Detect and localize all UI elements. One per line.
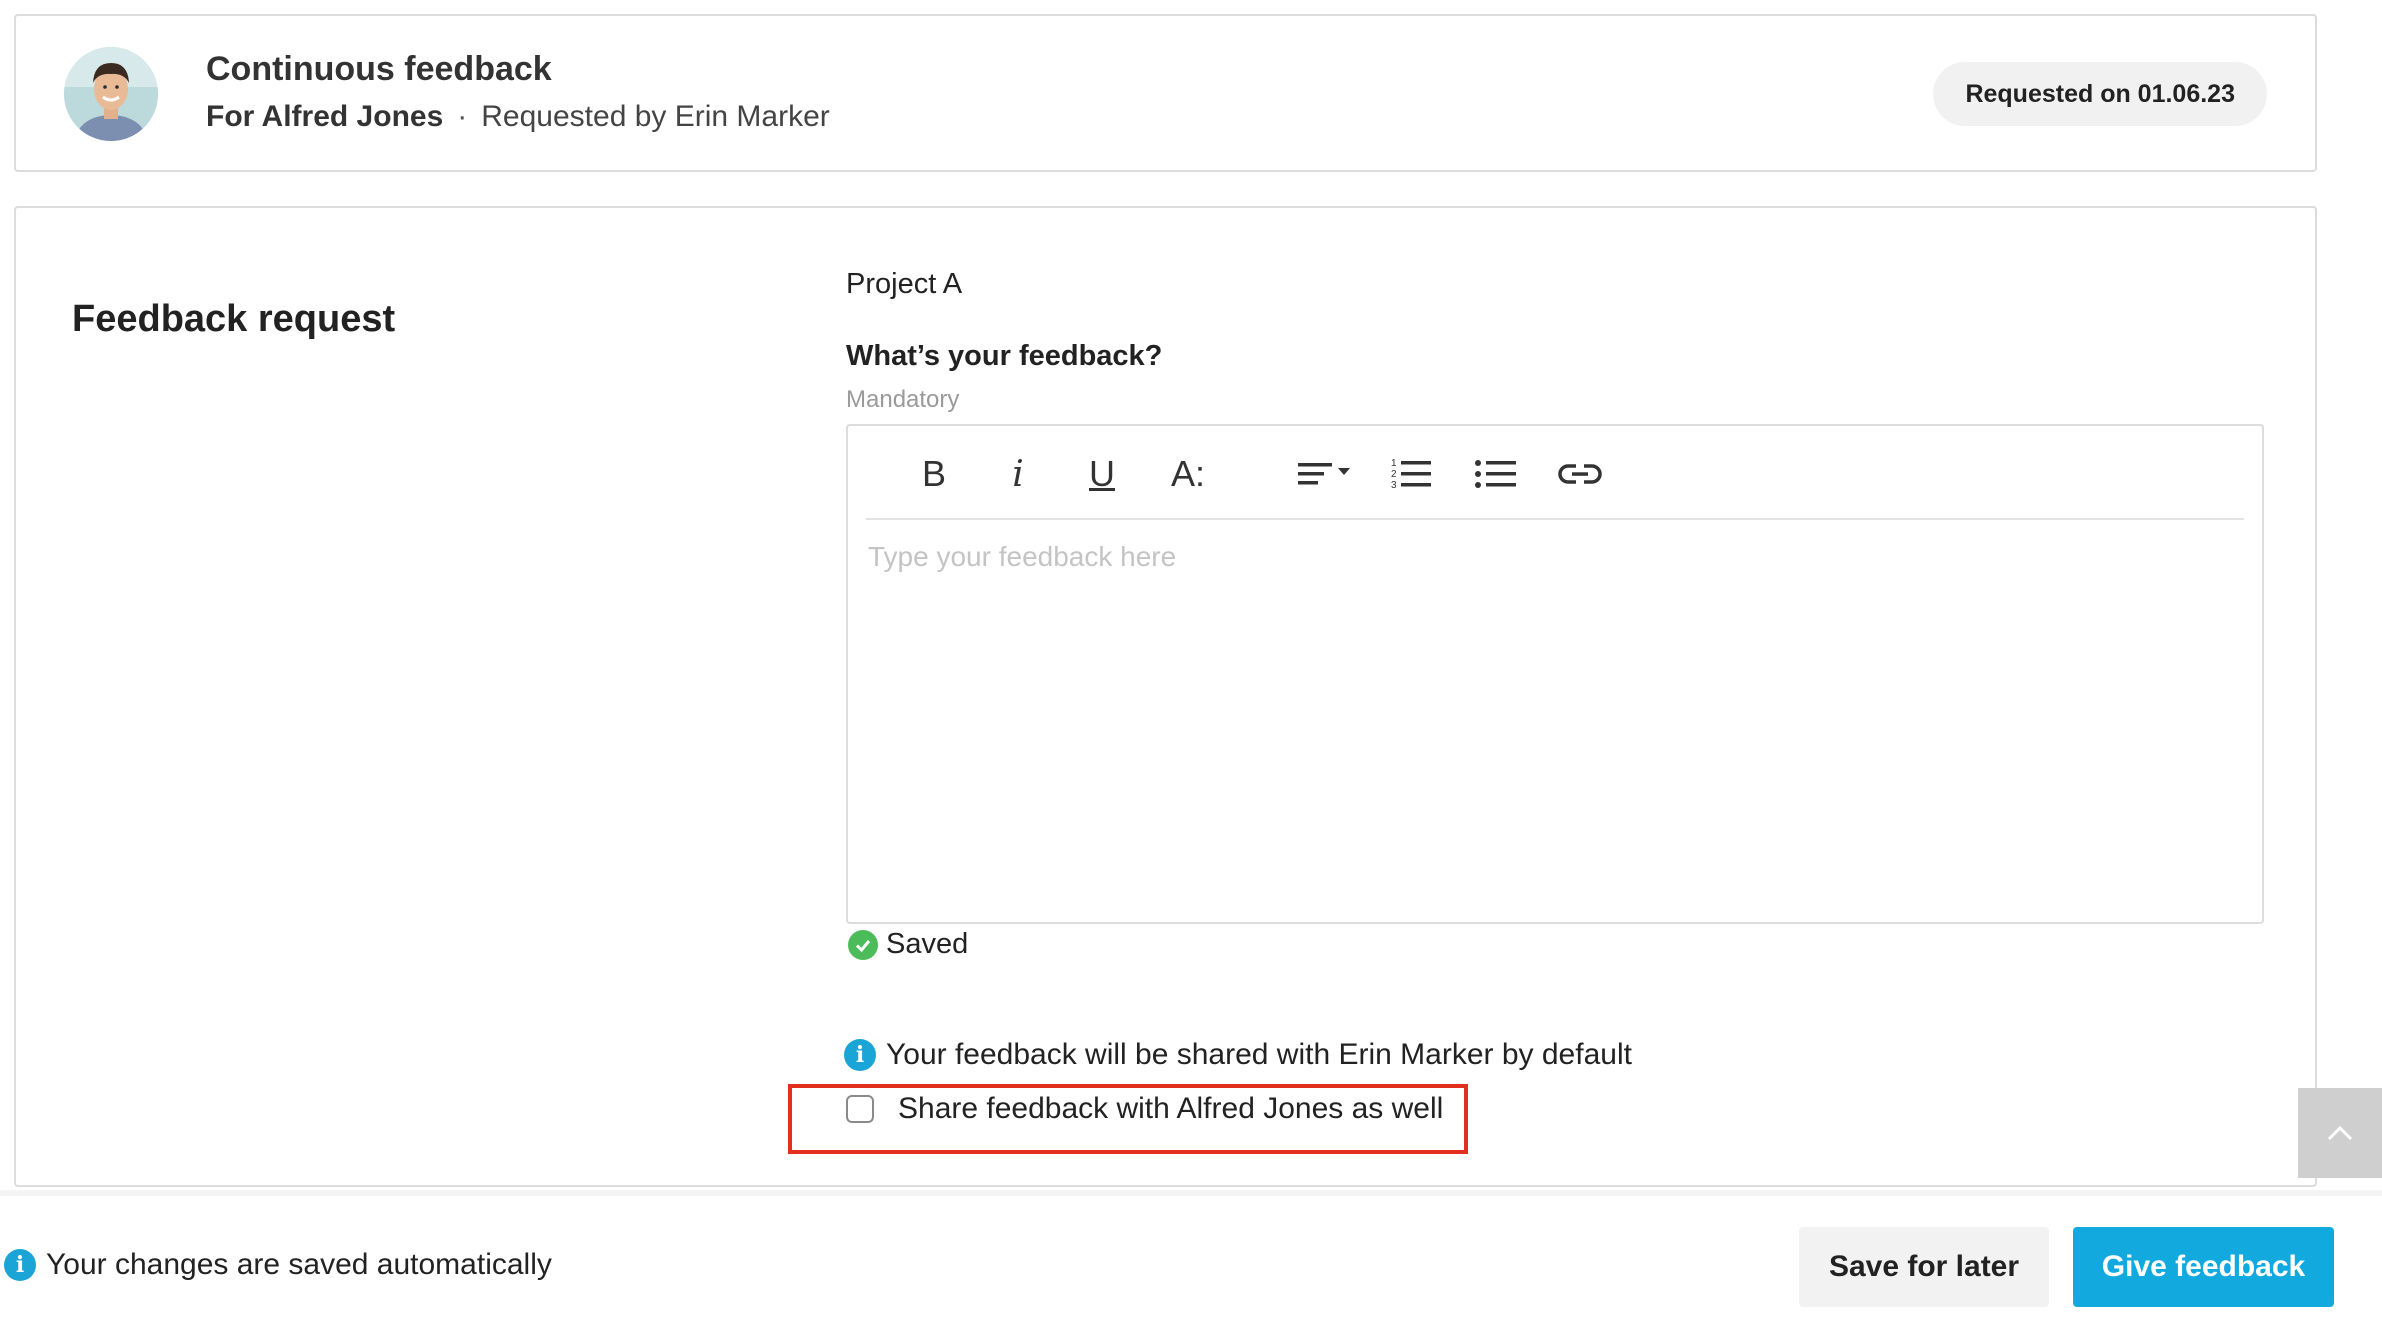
share-checkbox-label: Share feedback with Alfred Jones as well xyxy=(898,1092,1444,1125)
saved-status: Saved xyxy=(848,928,968,961)
bulleted-list-icon xyxy=(1475,460,1516,488)
mandatory-hint: Mandatory xyxy=(846,386,960,413)
italic-icon: i xyxy=(1012,453,1024,495)
requested-by-label: Requested by Erin Marker xyxy=(481,100,830,133)
save-for-later-button[interactable]: Save for later xyxy=(1799,1227,2049,1307)
autosave-note: i Your changes are saved automatically xyxy=(4,1248,552,1282)
italic-button[interactable]: i xyxy=(990,446,1046,502)
svg-text:3: 3 xyxy=(1391,480,1397,491)
font-size-icon: A: xyxy=(1170,453,1205,494)
feedback-textarea[interactable] xyxy=(868,541,2242,902)
chevron-up-icon xyxy=(2327,1125,2353,1141)
font-size-button[interactable]: A: xyxy=(1160,446,1216,502)
underline-button[interactable]: U xyxy=(1074,446,1130,502)
bold-button[interactable]: B xyxy=(906,446,962,502)
bulleted-list-button[interactable] xyxy=(1468,446,1524,502)
align-dropdown-button[interactable] xyxy=(1294,446,1358,502)
header-card: Continuous feedback For Alfred Jones · Req… xyxy=(14,14,2317,172)
numbered-list-icon: 1 2 3 xyxy=(1391,458,1431,491)
autosave-note-text: Your changes are saved automatically xyxy=(46,1248,552,1281)
separator: · xyxy=(457,100,468,133)
align-dropdown-icon xyxy=(1298,463,1350,485)
scroll-to-top-button[interactable] xyxy=(2298,1088,2382,1178)
info-icon: i xyxy=(4,1249,36,1281)
share-checkbox[interactable] xyxy=(846,1095,874,1123)
avatar xyxy=(64,47,158,141)
share-info-text: Your feedback will be shared with Erin M… xyxy=(886,1038,1632,1071)
rich-text-editor: B i U A: 1 2 3 Type your feedback here xyxy=(846,424,2264,924)
page-title: Continuous feedback xyxy=(206,50,552,88)
check-circle-icon xyxy=(848,929,878,960)
give-feedback-button[interactable]: Give feedback xyxy=(2073,1227,2334,1307)
question-label: What’s your feedback? xyxy=(846,340,1163,372)
saved-label: Saved xyxy=(886,928,969,960)
header-subtitle: For Alfred Jones · Requested by Erin Marke… xyxy=(206,100,830,134)
numbered-list-button[interactable]: 1 2 3 xyxy=(1384,446,1440,502)
share-with-person-option[interactable]: Share feedback with Alfred Jones as well xyxy=(846,1092,1443,1126)
link-icon xyxy=(1558,464,1602,484)
footer-divider xyxy=(0,1190,2382,1196)
bold-icon: B xyxy=(921,453,946,494)
link-button[interactable] xyxy=(1552,446,1608,502)
svg-text:2: 2 xyxy=(1391,469,1397,480)
editor-toolbar: B i U A: 1 2 3 xyxy=(866,426,2244,520)
requested-on-badge: Requested on 01.06.23 xyxy=(1933,62,2267,126)
info-icon: i xyxy=(844,1039,876,1071)
section-title: Feedback request xyxy=(72,298,396,340)
underline-icon: U xyxy=(1089,453,1115,494)
for-person-label: For Alfred Jones xyxy=(206,100,444,133)
svg-text:1: 1 xyxy=(1391,458,1397,469)
project-name: Project A xyxy=(846,268,963,300)
feedback-form-card: Feedback request Project A What’s your f… xyxy=(14,206,2317,1187)
share-info: i Your feedback will be shared with Erin… xyxy=(844,1038,1632,1072)
